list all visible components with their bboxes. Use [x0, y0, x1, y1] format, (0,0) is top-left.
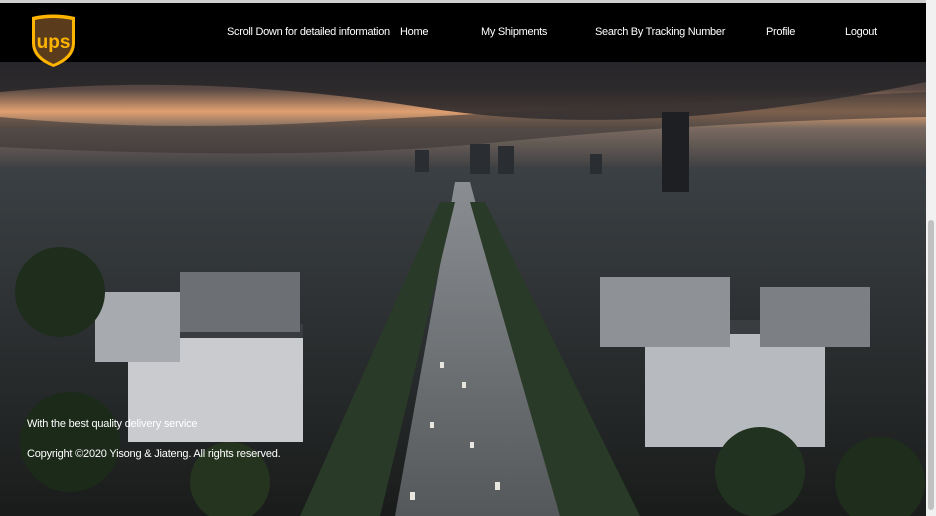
nav-search-tracking[interactable]: Search By Tracking Number — [595, 26, 725, 38]
footer-copyright: Copyright ©2020 Yisong & Jiateng. All ri… — [27, 448, 281, 460]
nav-my-shipments[interactable]: My Shipments — [481, 26, 547, 38]
top-navbar: ups Scroll Down for detailed information… — [0, 0, 926, 67]
vertical-scrollbar[interactable] — [926, 0, 936, 516]
footer-tagline: With the best quality delivery service — [27, 418, 198, 430]
ups-logo[interactable]: ups — [30, 13, 77, 68]
nav-home[interactable]: Home — [400, 26, 428, 38]
logo-text: ups — [37, 32, 71, 53]
nav-logout[interactable]: Logout — [845, 26, 877, 38]
nav-scroll-down[interactable]: Scroll Down for detailed information — [227, 26, 390, 38]
nav-profile[interactable]: Profile — [766, 26, 795, 38]
scrollbar-thumb[interactable] — [928, 220, 934, 510]
